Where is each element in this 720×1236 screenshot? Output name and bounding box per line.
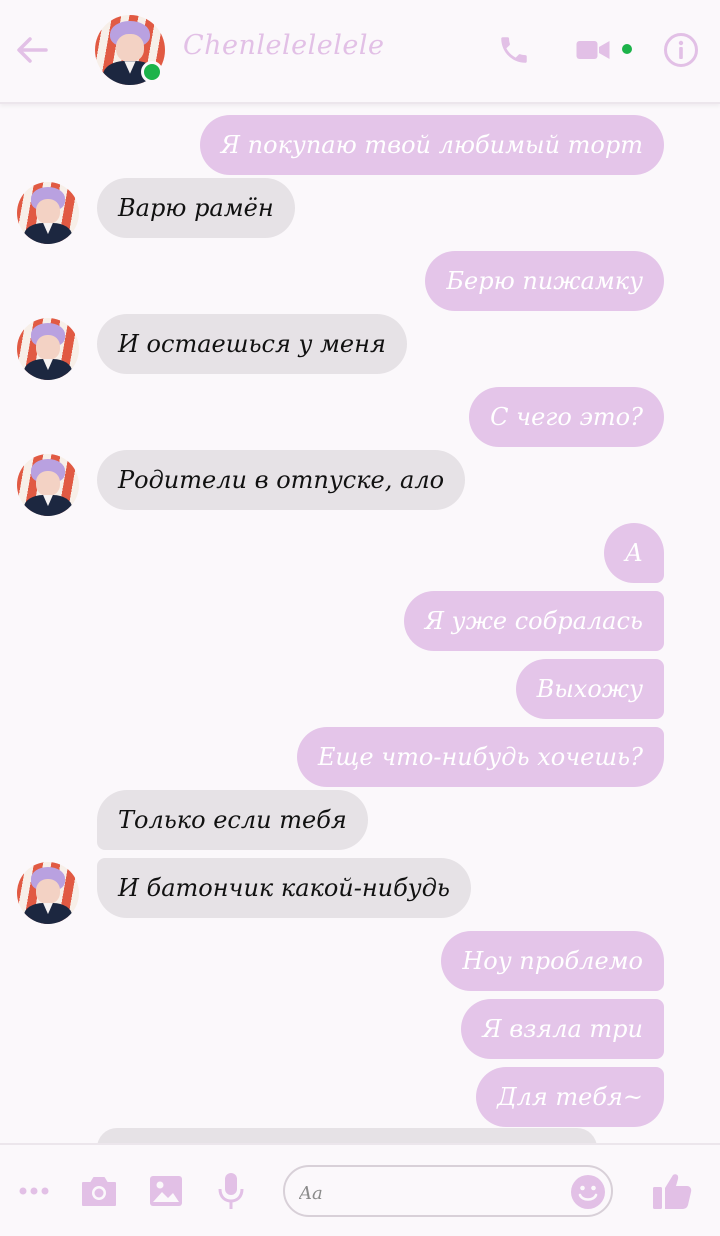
image-icon: [150, 1176, 182, 1206]
message-bubble-received[interactable]: Родители в отпуске, ало: [97, 450, 466, 510]
composer-bar: [0, 1143, 720, 1236]
message-bubble-sent[interactable]: Я уже собралась: [403, 591, 664, 651]
back-arrow-icon: [17, 37, 48, 63]
phone-icon: [501, 37, 527, 63]
contact-avatar[interactable]: [17, 862, 79, 924]
message-bubble-sent[interactable]: Ноу проблемо: [441, 931, 664, 991]
message-bubble-sent[interactable]: С чего это?: [469, 387, 664, 447]
camera-button[interactable]: [78, 1171, 120, 1211]
message-bubble-sent[interactable]: А: [603, 523, 664, 583]
message-input[interactable]: [297, 1177, 571, 1209]
header-avatar[interactable]: [95, 15, 165, 85]
message-input-box[interactable]: [283, 1165, 613, 1217]
voice-call-button[interactable]: [494, 30, 534, 70]
info-button[interactable]: [662, 31, 700, 69]
contact-avatar[interactable]: [17, 318, 79, 380]
gallery-button[interactable]: [145, 1171, 187, 1211]
message-bubble-received[interactable]: И батончик какой-нибудь: [97, 858, 471, 918]
info-icon: [664, 33, 698, 67]
message-bubble-received[interactable]: Только если тебя: [97, 790, 368, 850]
mic-icon: [218, 1173, 244, 1209]
emoji-icon: [571, 1175, 605, 1209]
video-icon: [576, 41, 610, 59]
message-bubble-sent[interactable]: Для тебя~: [476, 1067, 664, 1127]
online-status-dot: [141, 61, 163, 83]
video-active-dot: [622, 44, 632, 54]
voice-message-button[interactable]: [212, 1169, 250, 1213]
more-icon: [19, 1187, 49, 1195]
more-options-button[interactable]: [14, 1173, 54, 1209]
message-bubble-sent[interactable]: Выхожу: [515, 659, 664, 719]
like-button[interactable]: [648, 1169, 696, 1213]
video-call-button[interactable]: [573, 30, 613, 70]
chat-header: Chenlelelelele: [0, 0, 720, 104]
message-bubble-received[interactable]: Варю рамён: [97, 178, 295, 238]
message-bubble-received[interactable]: И остаешься у меня: [97, 314, 407, 374]
contact-name[interactable]: Chenlelelelele: [183, 30, 384, 61]
message-bubble-sent[interactable]: Я взяла три: [461, 999, 664, 1059]
back-button[interactable]: [12, 30, 52, 70]
contact-avatar[interactable]: [17, 182, 79, 244]
emoji-button[interactable]: [569, 1173, 607, 1211]
camera-icon: [82, 1177, 116, 1206]
message-bubble-sent[interactable]: Я покупаю твой любимый торт: [199, 115, 664, 175]
contact-avatar[interactable]: [17, 454, 79, 516]
like-icon: [653, 1174, 692, 1209]
message-bubble-sent[interactable]: Еще что-нибудь хочешь?: [296, 727, 664, 787]
message-bubble-sent[interactable]: Берю пижамку: [425, 251, 664, 311]
